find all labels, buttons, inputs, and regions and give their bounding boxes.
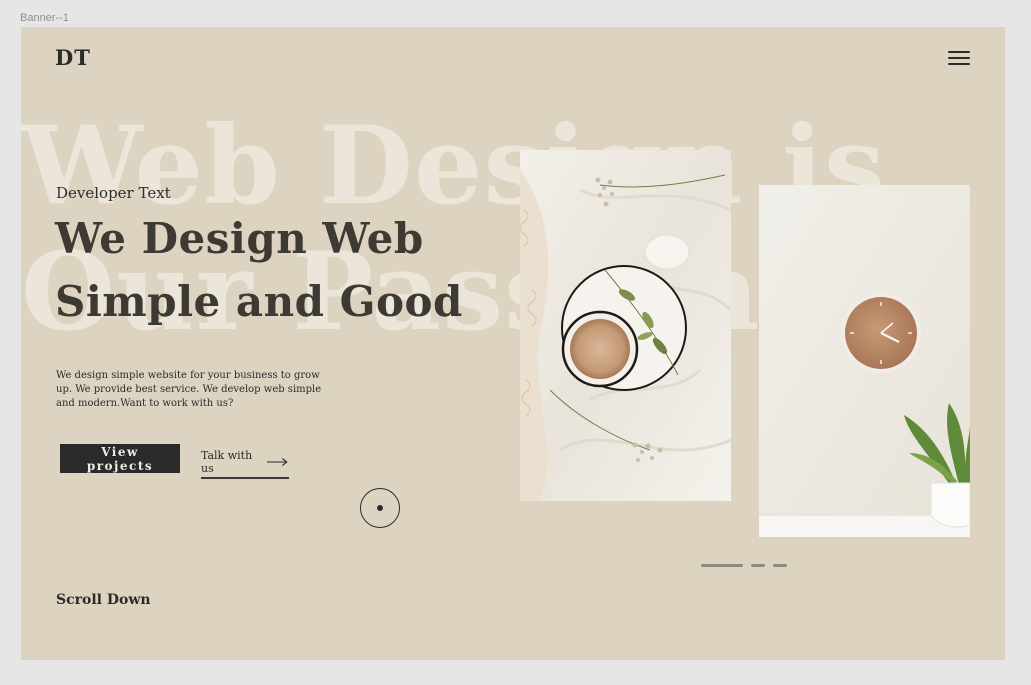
hero-headline: We Design Web Simple and Good (55, 207, 463, 333)
cursor-circle-icon (360, 488, 400, 528)
headline-line-1: We Design Web (55, 214, 424, 263)
frame-label: Banner--1 (20, 12, 69, 24)
headline-line-2: Simple and Good (55, 277, 463, 326)
slider-pagination (701, 564, 795, 567)
slider-dot-1[interactable] (701, 564, 743, 567)
view-projects-button[interactable]: View projects (60, 444, 180, 473)
hero-banner: Web Design is Our Passion DT Developer T… (21, 27, 1005, 660)
cursor-dot (377, 505, 383, 511)
hero-description: We design simple website for your busine… (56, 370, 322, 409)
hamburger-menu-icon[interactable] (948, 51, 970, 67)
logo[interactable]: DT (55, 45, 91, 70)
talk-with-us-label: Talk with us (201, 449, 253, 475)
scroll-down-label[interactable]: Scroll Down (56, 592, 151, 608)
slider-dot-3[interactable] (773, 564, 787, 567)
coffee-photo (520, 150, 731, 501)
hero-subtitle: Developer Text (56, 184, 171, 202)
clock-plant-photo (759, 185, 970, 537)
arrow-right-icon (267, 457, 289, 467)
slider-dot-2[interactable] (751, 564, 765, 567)
talk-with-us-link[interactable]: Talk with us (201, 449, 289, 479)
